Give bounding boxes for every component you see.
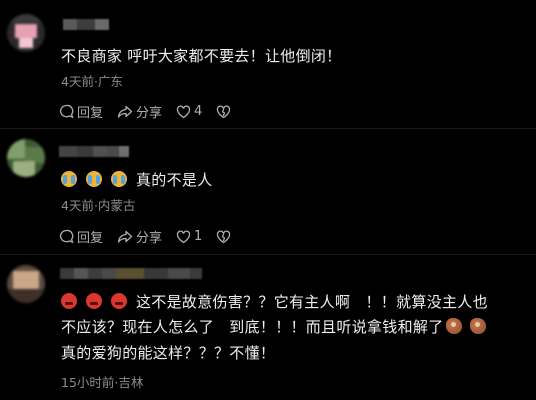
share-button[interactable]: 分享	[117, 102, 162, 121]
strong-emoji	[445, 318, 462, 334]
crying-emoji	[61, 171, 77, 187]
heart-icon	[176, 105, 191, 118]
username-blurred[interactable]	[63, 19, 109, 30]
crying-emoji	[86, 171, 102, 187]
reply-label: 回复	[77, 231, 104, 246]
crying-emoji	[111, 171, 127, 187]
share-label: 分享	[136, 106, 163, 121]
avatar[interactable]	[7, 139, 45, 177]
comment-text-line-1: 这不是故意伤害？？它有主人啊 ！！就算没主人也	[136, 293, 488, 311]
comment-text-row: 真的爱狗的能这样？？？不懂！	[61, 341, 528, 365]
reply-icon	[60, 229, 74, 244]
comment-meta: 15小时前·吉林	[61, 375, 144, 390]
avatar[interactable]	[7, 265, 45, 303]
comment-meta: 4天前·内蒙古	[61, 198, 136, 213]
comment-meta: 4天前·广东	[61, 74, 123, 89]
reply-button[interactable]: 回复	[59, 102, 103, 121]
comment-text: 不良商家 呼吁大家都不要去！让他倒闭！	[61, 47, 342, 65]
comment-text: 真的不是人	[136, 171, 213, 189]
action-bar: 回复 分享 1	[59, 227, 245, 246]
share-button[interactable]: 分享	[117, 227, 162, 246]
comment-text-line-2: 不应该？现在人怎么了 到底！！！而且听说拿钱和解了	[61, 318, 444, 336]
share-label: 分享	[136, 231, 163, 246]
angry-emoji	[86, 293, 102, 309]
like-count: 4	[194, 104, 203, 119]
reply-label: 回复	[77, 106, 104, 121]
comment-text-row: 真的不是人	[61, 168, 528, 192]
like-count: 1	[194, 229, 203, 244]
heart-icon	[176, 230, 191, 243]
broken-heart-icon	[217, 105, 231, 118]
avatar[interactable]	[7, 14, 45, 52]
share-icon	[117, 230, 133, 243]
username-blurred[interactable]	[59, 146, 129, 157]
like-button[interactable]: 4	[176, 104, 202, 119]
username-blurred[interactable]	[60, 268, 202, 279]
comment-text-row: 这不是故意伤害？？它有主人啊 ！！就算没主人也	[61, 290, 528, 314]
comment-text-line-3: 真的爱狗的能这样？？？不懂！	[61, 344, 276, 362]
action-bar: 回复 分享 4	[59, 102, 245, 121]
broken-heart-icon	[217, 230, 231, 243]
strong-emoji	[469, 318, 486, 334]
dislike-button[interactable]	[216, 105, 231, 119]
divider	[0, 254, 536, 255]
comment-text-row: 不应该？现在人怎么了 到底！！！而且听说拿钱和解了	[61, 315, 528, 339]
reply-button[interactable]: 回复	[59, 227, 103, 246]
reply-icon	[60, 104, 74, 119]
angry-emoji	[61, 293, 77, 309]
angry-emoji	[111, 293, 127, 309]
like-button[interactable]: 1	[176, 229, 202, 244]
share-icon	[117, 105, 133, 118]
dislike-button[interactable]	[216, 230, 231, 244]
divider	[0, 128, 536, 129]
